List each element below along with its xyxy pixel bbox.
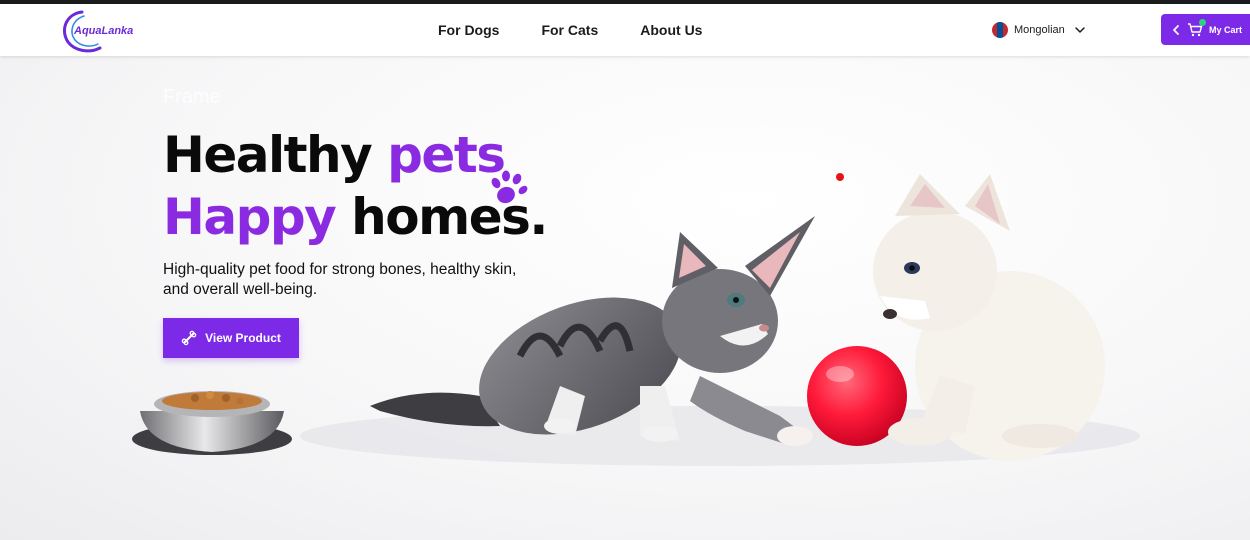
my-cart-button[interactable]: My Cart <box>1161 14 1250 45</box>
nav-for-cats[interactable]: For Cats <box>541 22 598 38</box>
hero-section: Frame Healthy pets Happy homes. High-qua… <box>0 56 1250 540</box>
headline-healthy: Healthy <box>163 126 388 184</box>
cart-label: My Cart <box>1209 24 1243 35</box>
chevron-left-icon <box>1173 24 1179 35</box>
food-bowl-icon <box>132 391 292 455</box>
paw-icon <box>491 170 528 204</box>
logo-text: AquaLanka <box>74 25 134 37</box>
view-product-button[interactable]: View Product <box>163 318 299 358</box>
nav-about-us[interactable]: About Us <box>640 22 702 38</box>
view-product-label: View Product <box>205 331 281 345</box>
bone-icon <box>181 330 197 346</box>
main-nav: For Dogs For Cats About Us <box>438 4 702 56</box>
frame-label: Frame <box>163 86 221 108</box>
mongolia-flag-icon <box>992 22 1008 38</box>
brand-logo[interactable]: AquaLanka <box>60 8 150 54</box>
language-label: Mongolian <box>1014 24 1065 36</box>
headline-happy: Happy <box>163 188 337 246</box>
site-header: AquaLanka For Dogs For Cats About Us Mon… <box>0 4 1250 56</box>
hero-subtitle: High-quality pet food for strong bones, … <box>163 261 517 298</box>
nav-for-dogs[interactable]: For Dogs <box>438 22 499 38</box>
cart-badge <box>1199 19 1206 26</box>
headline-pets: pets <box>387 126 506 184</box>
language-selector[interactable]: Mongolian <box>992 21 1089 39</box>
chevron-down-icon <box>1075 27 1085 33</box>
red-dot <box>836 173 844 181</box>
